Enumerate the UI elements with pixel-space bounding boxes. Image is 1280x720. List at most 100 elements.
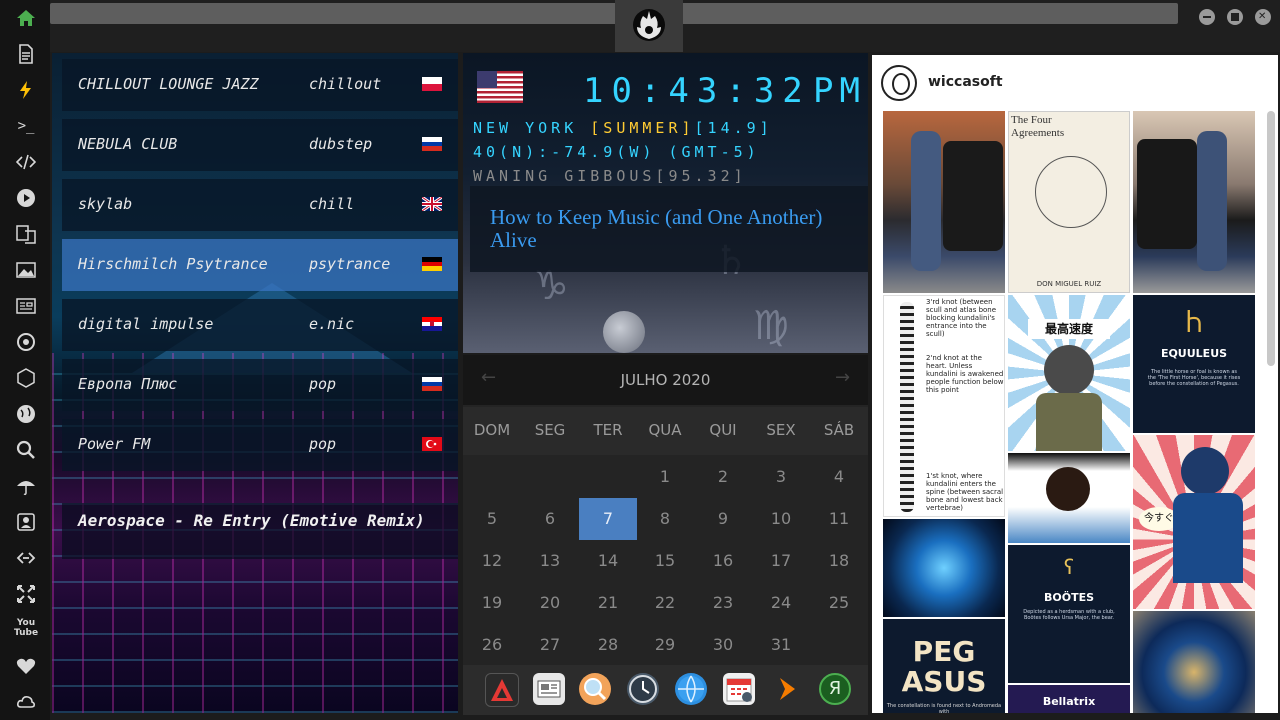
calendar-day-today[interactable]: 7: [579, 498, 637, 540]
station-item-active[interactable]: Hirschmilch Psytrance psytrance: [62, 239, 458, 291]
calendar-day[interactable]: 27: [521, 624, 579, 666]
calendar-day[interactable]: 5: [463, 498, 521, 540]
calendar-day[interactable]: 17: [752, 540, 810, 582]
heart-icon[interactable]: [14, 654, 38, 678]
cube-icon[interactable]: [14, 366, 38, 390]
profile-avatar[interactable]: [881, 65, 917, 101]
quote-link[interactable]: How to Keep Music (and One Another) Aliv…: [490, 206, 860, 252]
calendar-day[interactable]: 25: [810, 582, 868, 624]
browser-icon[interactable]: [675, 673, 707, 705]
settings-icon[interactable]: [14, 330, 38, 354]
lightning-icon[interactable]: [14, 78, 38, 102]
calendar-day[interactable]: 22: [636, 582, 694, 624]
calendar-day[interactable]: 18: [810, 540, 868, 582]
calendar-day[interactable]: 29: [636, 624, 694, 666]
post-pegasus-card[interactable]: PEG ASUS The constellation is found next…: [883, 619, 1005, 713]
image-icon[interactable]: [14, 258, 38, 282]
calendar-next-arrow[interactable]: →: [835, 367, 850, 388]
calendar-day[interactable]: 8: [636, 498, 694, 540]
calendar-day[interactable]: 16: [694, 540, 752, 582]
instagram-feed: wiccasoft 3'rd knot (between scull and a…: [872, 55, 1278, 713]
station-item[interactable]: CHILLOUT LOUNGE JAZZ chillout: [62, 59, 458, 111]
moon-phase: WANING GIBBOUS[95.32]: [473, 167, 747, 185]
contact-icon[interactable]: [14, 510, 38, 534]
calendar-day[interactable]: 24: [752, 582, 810, 624]
calendar-day[interactable]: 2: [694, 456, 752, 498]
clock-app-icon[interactable]: [627, 673, 659, 705]
calendar-day[interactable]: 6: [521, 498, 579, 540]
calendar-day[interactable]: 28: [579, 624, 637, 666]
calendar-day[interactable]: 21: [579, 582, 637, 624]
umbrella-icon[interactable]: [14, 474, 38, 498]
anydesk-icon[interactable]: [485, 673, 519, 707]
scrollbar[interactable]: [1267, 111, 1275, 366]
rebel-alliance-tab[interactable]: [615, 0, 683, 52]
calendar-day[interactable]: 12: [463, 540, 521, 582]
calendar-day[interactable]: 23: [694, 582, 752, 624]
search-app-icon[interactable]: [579, 673, 611, 705]
station-item[interactable]: digital impulse e.nic: [62, 299, 458, 351]
yandex-icon[interactable]: Я: [819, 673, 851, 705]
calendar-day[interactable]: 10: [752, 498, 810, 540]
calendar-day[interactable]: 26: [463, 624, 521, 666]
address-bar[interactable]: [50, 3, 1178, 24]
calendar-day[interactable]: 20: [521, 582, 579, 624]
post-photo-car-2[interactable]: [1133, 111, 1255, 293]
close-button[interactable]: [1255, 9, 1271, 25]
translate-icon[interactable]: [14, 222, 38, 246]
calendar-day[interactable]: 3: [752, 456, 810, 498]
terminal-icon[interactable]: >_: [14, 114, 38, 138]
profile-username[interactable]: wiccasoft: [928, 74, 1003, 90]
post-photo-car-1[interactable]: [883, 111, 1005, 293]
rebel-alliance-icon: [633, 9, 665, 41]
station-item[interactable]: Европа Плюс pop: [62, 359, 458, 411]
news-icon[interactable]: [533, 673, 565, 705]
globe-icon[interactable]: [14, 402, 38, 426]
youtube-icon[interactable]: You Tube: [14, 618, 38, 642]
code-icon[interactable]: [14, 150, 38, 174]
calendar-day[interactable]: 14: [579, 540, 637, 582]
post-astronomical-clock[interactable]: [1133, 611, 1255, 713]
person-shape: [911, 131, 941, 271]
calendar-day[interactable]: 31: [752, 624, 810, 666]
temperature: [14.9]: [694, 119, 773, 137]
station-item[interactable]: NEBULA CLUB dubstep: [62, 119, 458, 171]
post-anime-character-2[interactable]: [1008, 453, 1130, 543]
post-book-four-agreements[interactable]: The Four Agreements DON MIGUEL RUIZ: [1008, 111, 1130, 293]
fullscreen-icon[interactable]: [14, 582, 38, 606]
calendar-day[interactable]: 11: [810, 498, 868, 540]
post-equuleus-card[interactable]: Ⴙ EQUULEUS The little horse or foal is k…: [1133, 295, 1255, 433]
calendar-day[interactable]: 1: [636, 456, 694, 498]
station-item[interactable]: skylab chill: [62, 179, 458, 231]
maximize-button[interactable]: [1227, 9, 1243, 25]
calendar-day[interactable]: 13: [521, 540, 579, 582]
post-bellatrix-card[interactable]: Bellatrix: [1008, 685, 1130, 713]
calendar-day[interactable]: 30: [694, 624, 752, 666]
cloud-icon[interactable]: [14, 690, 38, 714]
forward-icon[interactable]: [771, 673, 803, 705]
document-icon[interactable]: [14, 42, 38, 66]
book-author: DON MIGUEL RUIZ: [1036, 280, 1102, 288]
post-bootes-card[interactable]: ʕ BOÖTES Depicted as a herdsman with a c…: [1008, 545, 1130, 683]
post-blue-tech-image[interactable]: [883, 519, 1005, 617]
search-icon[interactable]: [14, 438, 38, 462]
calendar-app-icon[interactable]: [723, 673, 755, 705]
play-icon[interactable]: [14, 186, 38, 210]
station-name: digital impulse: [78, 315, 214, 333]
calendar-day[interactable]: 15: [636, 540, 694, 582]
quote-box[interactable]: How to Keep Music (and One Another) Aliv…: [470, 186, 868, 272]
calendar-day[interactable]: 19: [463, 582, 521, 624]
news-icon[interactable]: [14, 294, 38, 318]
city-name: NEW YORK: [473, 119, 578, 137]
day-name: QUI: [709, 421, 737, 439]
calendar-day[interactable]: 9: [694, 498, 752, 540]
station-genre: pop: [309, 375, 337, 393]
station-item[interactable]: Power FM pop: [62, 419, 458, 471]
home-icon[interactable]: [14, 6, 38, 30]
post-anime-character-1[interactable]: 最高速度: [1008, 295, 1130, 451]
link-icon[interactable]: [14, 546, 38, 570]
calendar-day[interactable]: 4: [810, 456, 868, 498]
post-kundalini-spine[interactable]: 3'rd knot (between scull and atlas bone …: [883, 295, 1005, 517]
minimize-button[interactable]: [1199, 9, 1215, 25]
post-anime-character-3[interactable]: 今すぐ: [1133, 435, 1255, 609]
